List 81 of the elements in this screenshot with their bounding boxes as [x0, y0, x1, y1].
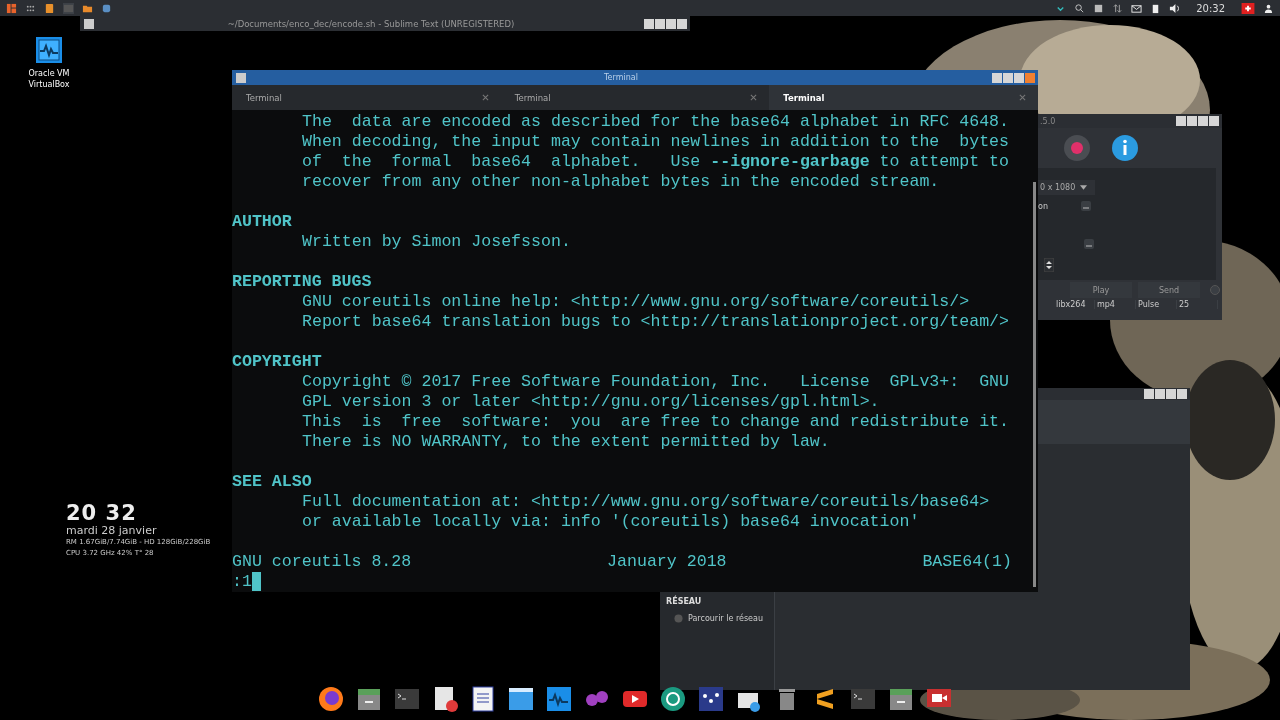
app-menu-icon[interactable] — [6, 2, 17, 14]
info-icon[interactable] — [1111, 134, 1139, 162]
editor-icon[interactable] — [44, 2, 55, 14]
document-icon[interactable] — [470, 686, 496, 712]
terminal-line: Written by Simon Josefsson. — [302, 232, 571, 252]
terminal-line: GNU coreutils online help: <http://www.gnu.org/software/coreutils/> — [302, 292, 970, 312]
sliders-icon[interactable] — [698, 686, 724, 712]
caret-icon — [1080, 185, 1088, 190]
document-pen-icon[interactable] — [432, 686, 458, 712]
app-icon[interactable] — [101, 2, 112, 14]
terminal-icon[interactable] — [850, 686, 876, 712]
spinner-arrows-icon[interactable] — [1044, 258, 1054, 272]
section-heading: REPORTING BUGS — [232, 272, 372, 292]
window-button[interactable] — [677, 18, 687, 29]
file-cabinet-icon[interactable] — [888, 686, 914, 712]
footer-text: GNU coreutils 8.28 — [232, 552, 412, 572]
more-icon[interactable] — [1084, 239, 1094, 249]
terminal-tab[interactable]: Terminal — [232, 85, 501, 110]
scrollbar[interactable] — [1033, 182, 1036, 587]
window-button[interactable] — [992, 72, 1002, 83]
window-title: .5.0 — [1039, 116, 1056, 126]
terminal-line: of the formal base64 alphabet. Use --ignore-garbage to attempt to — [302, 152, 1010, 172]
terminal-line: GPL version 3 or later <http://gnu.org/licenses/gpl.html>. — [302, 392, 880, 412]
option-label: on — [1038, 201, 1048, 211]
window-button[interactable] — [644, 18, 654, 29]
window-menu-icon[interactable] — [236, 72, 246, 83]
status-field: 25 — [1177, 300, 1218, 309]
terminal-line: Full documentation at: <http://www.gnu.org/software/coreutils/base64> — [302, 492, 990, 512]
window-title: Terminal — [603, 73, 639, 82]
close-icon[interactable] — [481, 94, 489, 101]
section-heading: SEE ALSO — [232, 472, 312, 492]
file-cabinet-icon[interactable] — [356, 686, 382, 712]
mail-icon[interactable] — [1131, 2, 1143, 14]
footer-text: BASE64(1) — [922, 552, 1012, 572]
terminal-line: recover from any other non-alphabet bytes in the encoded stream. — [302, 172, 940, 192]
status-field: Pulse — [1136, 300, 1177, 309]
volume-icon[interactable] — [1169, 2, 1181, 14]
panel-clock[interactable]: 20:32 — [1196, 2, 1225, 14]
terminal-line: This is free software: you are free to change and redistribute it. — [302, 412, 1009, 432]
terminal-line: Copyright © 2017 Free Software Foundation, Inc. License GPLv3+: GNU — [302, 372, 1009, 392]
waveform-icon[interactable] — [546, 686, 572, 712]
window-menu-icon[interactable] — [84, 18, 94, 29]
terminal-tab[interactable]: Terminal — [500, 85, 770, 110]
browser-icon[interactable] — [318, 686, 344, 712]
terminal-line: There is NO WARRANTY, to the extent permitted by law. — [302, 432, 830, 452]
sidebar-item[interactable]: Parcourir le réseau — [688, 614, 763, 623]
window-title: ~/Documents/enco_dec/encode.sh - Sublime Text (UNREGISTERED) — [226, 18, 516, 29]
window-button[interactable] — [666, 18, 676, 29]
more-icon[interactable] — [1080, 201, 1091, 211]
close-icon[interactable] — [1019, 94, 1026, 101]
resolution-dropdown[interactable]: 0 x 1080 — [1038, 180, 1095, 195]
footer-text: January 2018 — [607, 552, 727, 572]
window-button[interactable] — [1003, 72, 1013, 83]
status-field: mp4 — [1095, 300, 1136, 309]
window-button[interactable] — [655, 18, 665, 29]
recorder-button[interactable]: Play — [1070, 282, 1132, 298]
text-cursor — [251, 572, 261, 591]
waveform-icon[interactable] — [35, 36, 63, 64]
close-icon[interactable] — [750, 94, 758, 101]
window-button[interactable] — [1014, 72, 1024, 83]
aperture-icon[interactable] — [660, 686, 686, 712]
desktop-icon-label[interactable]: Oracle VM VirtualBox — [24, 68, 74, 90]
sidebar-heading: RÉSEAU — [665, 597, 703, 606]
search-icon[interactable] — [1074, 2, 1086, 14]
terminal-line: or available locally via: info '(coreutils) base64 invocation' — [302, 512, 920, 532]
clock-time: 20 32 — [66, 502, 138, 524]
terminal-line: The data are encoded as described for the base64 alphabet in RFC 4648. — [302, 112, 1009, 132]
flag-icon[interactable] — [1241, 2, 1255, 14]
user-icon[interactable] — [1263, 2, 1274, 14]
section-heading: COPYRIGHT — [232, 352, 322, 372]
prompt-text: :1 — [232, 572, 252, 592]
terminal-line: When decoding, the input may contain newlines in addition to the bytes — [302, 132, 1009, 152]
section-heading: AUTHOR — [232, 212, 292, 232]
status-field: libx264 — [1054, 300, 1095, 309]
terminal-tab[interactable]: Terminal — [769, 85, 1038, 110]
terminal-line: Report base64 translation bugs to <http://translationproject.org/team/> — [302, 312, 1009, 332]
clock-date: mardi 28 janvier — [66, 524, 158, 537]
window-icon[interactable] — [508, 686, 534, 712]
recorder-button[interactable]: Send — [1138, 282, 1200, 298]
record-icon[interactable] — [1063, 134, 1091, 162]
terminal-icon[interactable] — [394, 686, 420, 712]
